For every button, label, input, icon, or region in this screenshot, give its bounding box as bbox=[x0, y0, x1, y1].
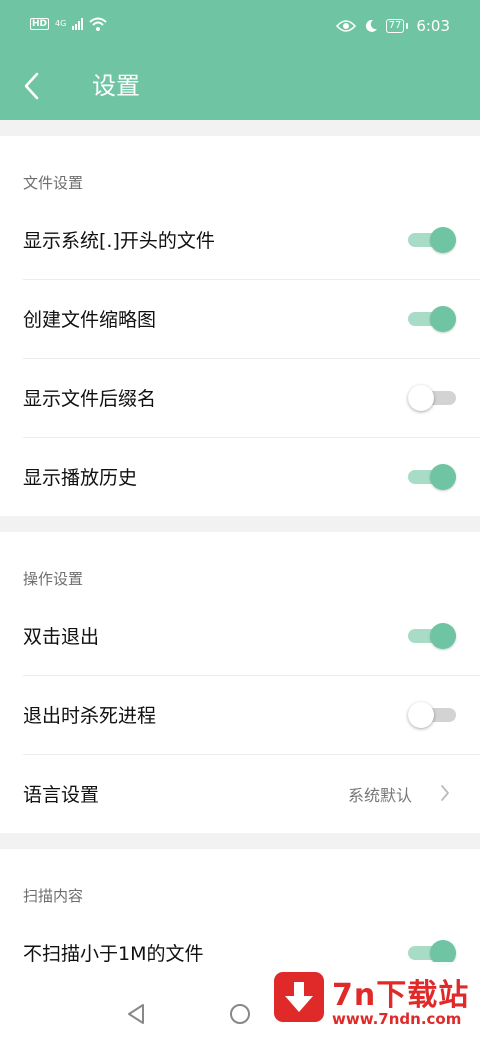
section-title: 文件设置 bbox=[23, 174, 84, 192]
setting-label: 双击退出 bbox=[23, 626, 100, 648]
toggle-show-hidden-files[interactable] bbox=[408, 226, 456, 254]
setting-row-double-tap-exit[interactable]: 双击退出 bbox=[0, 596, 480, 675]
setting-row-show-extensions[interactable]: 显示文件后缀名 bbox=[0, 358, 480, 437]
watermark-title: 7n下载站 bbox=[332, 978, 470, 1013]
moon-icon bbox=[365, 19, 377, 32]
nav-home-icon[interactable] bbox=[230, 1004, 250, 1024]
setting-label: 创建文件缩略图 bbox=[23, 309, 157, 331]
clock: 6:03 bbox=[416, 17, 450, 35]
setting-label: 显示播放历史 bbox=[23, 467, 138, 489]
setting-label: 显示文件后缀名 bbox=[23, 388, 157, 410]
nav-back-icon[interactable] bbox=[126, 1003, 146, 1025]
toggle-double-tap-exit[interactable] bbox=[408, 622, 456, 650]
network-type: 4G bbox=[55, 19, 67, 28]
back-button[interactable] bbox=[14, 68, 48, 104]
status-bar: HD 4G 77 6:03 bbox=[0, 0, 480, 54]
section-title: 扫描内容 bbox=[23, 887, 84, 905]
language-value: 系统默认 bbox=[347, 785, 412, 805]
toggle-show-play-history[interactable] bbox=[408, 463, 456, 491]
setting-label: 退出时杀死进程 bbox=[23, 705, 157, 727]
watermark-url: www.7ndn.com bbox=[332, 1010, 462, 1028]
setting-label: 显示系统[.]开头的文件 bbox=[23, 230, 215, 252]
file-settings-section: 文件设置 显示系统[.]开头的文件 创建文件缩略图 显示文件后缀名 显示播放历史 bbox=[0, 136, 480, 516]
toggle-create-thumbnails[interactable] bbox=[408, 305, 456, 333]
setting-row-show-play-history[interactable]: 显示播放历史 bbox=[0, 437, 480, 516]
download-icon bbox=[274, 972, 324, 1022]
toggle-show-extensions[interactable] bbox=[408, 384, 456, 412]
setting-row-language[interactable]: 语言设置 系统默认 bbox=[0, 754, 480, 833]
toggle-kill-process-on-exit[interactable] bbox=[408, 701, 456, 729]
setting-row-show-hidden-files[interactable]: 显示系统[.]开头的文件 bbox=[0, 200, 480, 279]
wifi-icon bbox=[89, 17, 107, 31]
page-title: 设置 bbox=[92, 72, 140, 100]
section-title: 操作设置 bbox=[23, 570, 84, 588]
settings-list: 文件设置 显示系统[.]开头的文件 创建文件缩略图 显示文件后缀名 显示播放历史… bbox=[0, 120, 480, 992]
app-header: HD 4G 77 6:03 设置 bbox=[0, 0, 480, 120]
operation-settings-section: 操作设置 双击退出 退出时杀死进程 语言设置 系统默认 bbox=[0, 532, 480, 833]
watermark: 7n下载站 www.7ndn.com bbox=[258, 962, 480, 1040]
setting-row-create-thumbnails[interactable]: 创建文件缩略图 bbox=[0, 279, 480, 358]
battery-icon: 77 bbox=[385, 19, 408, 33]
hd-badge: HD bbox=[30, 18, 50, 30]
setting-label: 语言设置 bbox=[23, 784, 100, 806]
chevron-right-icon bbox=[441, 785, 449, 801]
eye-icon bbox=[335, 20, 356, 32]
chevron-left-icon bbox=[24, 72, 39, 100]
setting-row-kill-process-on-exit[interactable]: 退出时杀死进程 bbox=[0, 675, 480, 754]
signal-icon bbox=[72, 18, 84, 30]
setting-label: 不扫描小于1M的文件 bbox=[23, 943, 204, 965]
